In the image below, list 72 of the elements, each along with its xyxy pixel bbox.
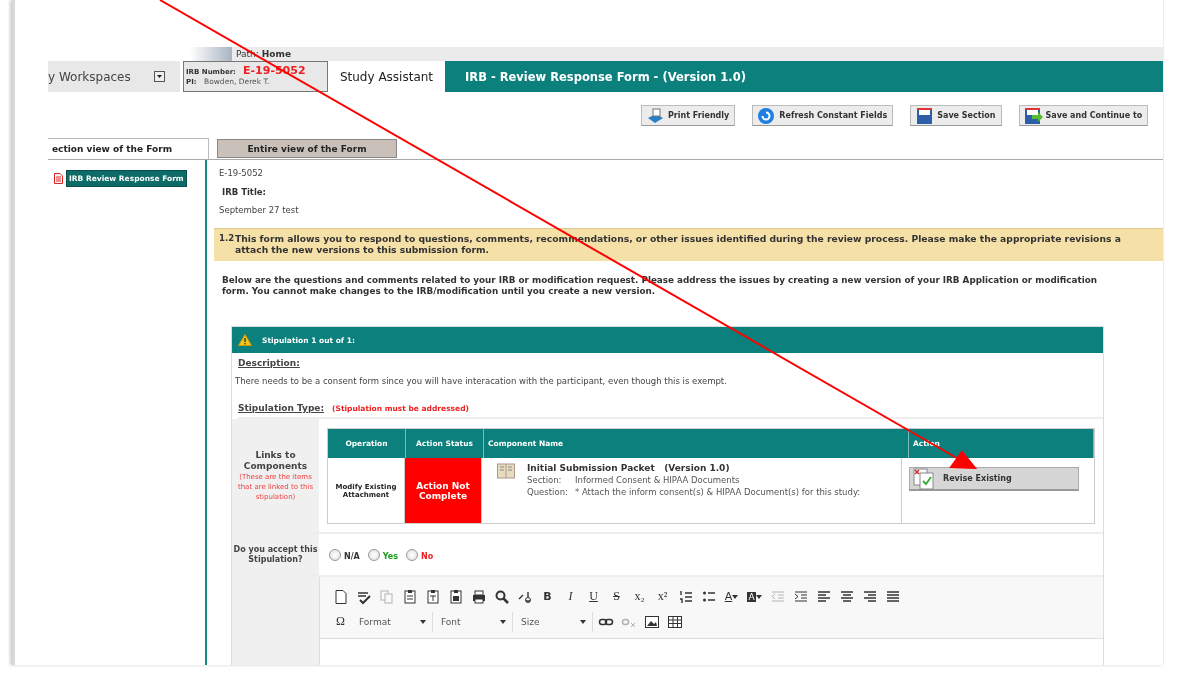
page-icon [332,588,349,605]
text-color-button[interactable]: A [721,586,742,607]
question-value: * Attach the inform consent(s) & HIPAA Document(s) for this study: [575,487,862,498]
table-icon [666,613,683,630]
search-icon [493,588,510,605]
path-bar-shade [190,47,232,61]
irb-number-text: E-19-5052 [219,168,264,178]
outdent-icon [769,588,786,605]
format-button[interactable]: I [560,586,581,607]
view-tab[interactable]: Entire view of the Form [217,139,397,158]
caret-icon [500,619,506,624]
form-title-bar: IRB - Review Response Form - (Version 1.0) [445,61,1163,92]
toolbar-button[interactable]: Print Friendly [641,105,736,126]
section-label: Section: [527,475,563,486]
description-label: Description: [238,358,300,368]
links-label: Links to Components [242,449,309,472]
notice-number: 1.2 [219,233,235,245]
caret-icon [732,594,739,599]
radio-button[interactable] [367,548,380,561]
section-value: Informed Consent & HIPAA Documents [575,475,741,486]
option-label: N/A [344,551,360,561]
dropdown-icon [154,71,165,82]
copy-icon [378,588,395,605]
format-button[interactable]: U [583,586,604,607]
toolbar-button[interactable]: Refresh Constant Fields [752,105,894,126]
caret-icon [580,619,586,624]
align-left-icon [815,588,832,605]
view-tab[interactable]: ection view of the Form [48,138,209,159]
workspaces-menu[interactable]: y Workspaces [48,61,180,92]
question-label: Question: [527,487,569,498]
radio-button[interactable] [406,548,419,561]
irb-title-value: September 27 test [219,205,300,215]
align-right-icon [861,588,878,605]
clipboard-icon [447,588,464,605]
clipboard-icon [424,588,441,605]
status-cell: Action Not Complete [405,458,482,523]
numbered-list-icon [677,588,694,605]
justify-icon [884,588,901,605]
component-name: Initial Submission Packet (Version 1.0) [527,463,731,473]
book-icon [497,463,515,479]
warning-icon [238,334,252,346]
background-color-button[interactable]: A [744,586,765,607]
dropdown[interactable]: Font [435,611,513,632]
path-value[interactable]: Home [261,49,291,59]
format-button[interactable]: x² [652,586,673,607]
accept-label: Do you accept this Stipulation? [232,534,319,575]
notice-text: attach the new versions to this submission form. [235,244,491,255]
caret-icon [420,619,426,624]
document-icon [54,173,63,184]
irb-title-label: IRB Title: [222,187,267,197]
format-button[interactable]: S [606,586,627,607]
description-text: There needs to be a consent form since you will have interacation with the participant, even though this is exempt. [235,376,728,386]
option-label: No [421,551,434,561]
printer-icon [470,588,487,605]
toolbar-button[interactable]: Save and Continue to [1018,105,1149,126]
caret-icon [755,594,762,599]
floppy-disk-arrow-icon [1023,105,1044,126]
format-button[interactable]: B [537,586,558,607]
align-center-icon [838,588,855,605]
revise-button[interactable]: Revise Existing [909,467,1079,491]
option-label: Yes [382,551,399,561]
dropdown[interactable]: Format [353,611,433,632]
dropdown[interactable]: Size [515,611,593,632]
stipulation-type-label: Stipulation Type: [238,403,325,413]
image-icon [643,613,660,630]
documents-check-icon [913,467,935,490]
toolbar-button[interactable]: Save Section [910,105,1002,126]
indent-icon [792,588,809,605]
format-button[interactable]: x₂ [629,586,650,607]
special-character-button[interactable]: Ω [330,611,351,632]
radio-button[interactable] [329,548,341,561]
clipboard-icon [401,588,418,605]
